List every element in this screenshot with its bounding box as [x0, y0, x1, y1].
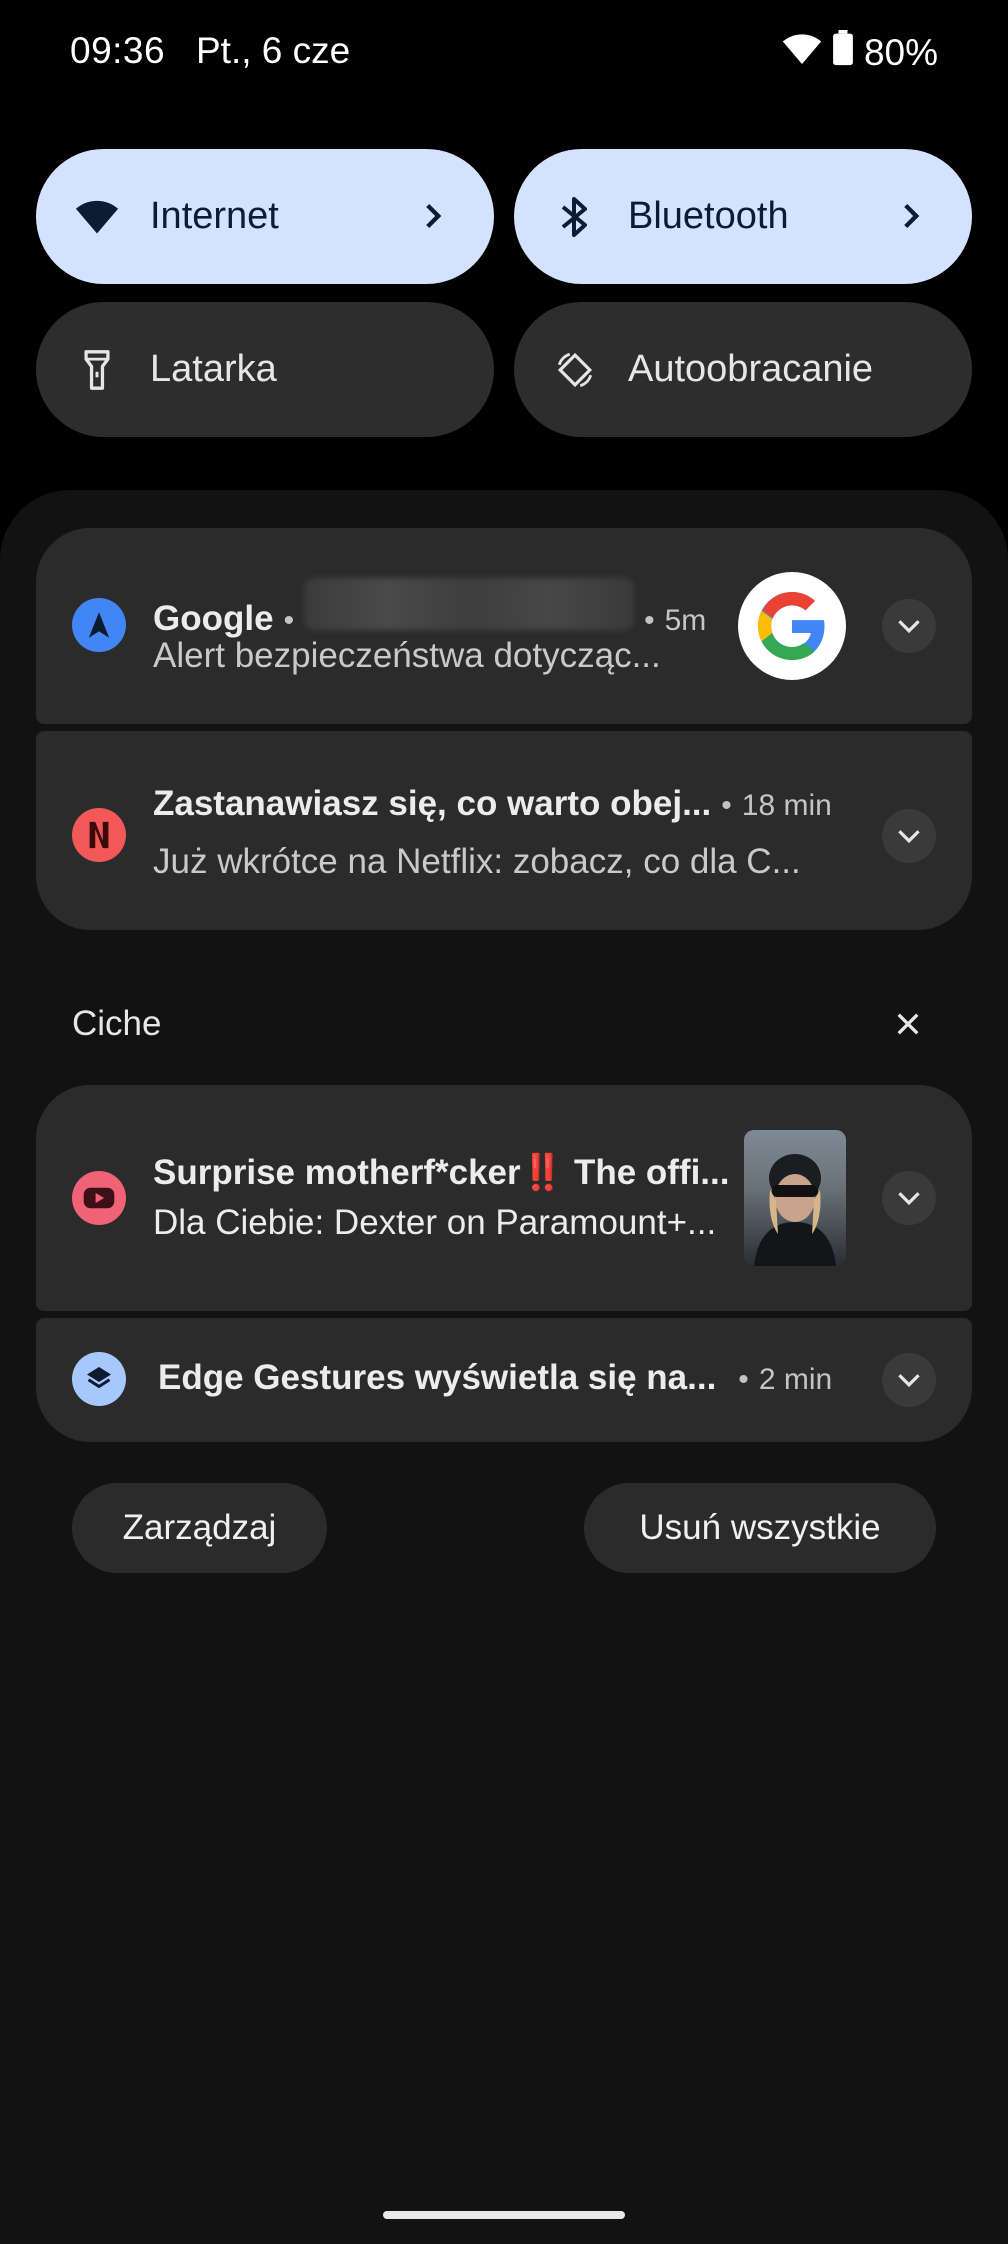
expand-button[interactable] — [882, 1353, 936, 1407]
separator-dot: • — [738, 1363, 749, 1396]
notification-netflix[interactable]: Zastanawiasz się, co warto obej... • 18 … — [36, 731, 972, 930]
tile-flashlight-label: Latarka — [150, 348, 277, 390]
tile-bluetooth-label: Bluetooth — [628, 195, 789, 237]
tile-auto-rotate[interactable]: Autoobracanie — [514, 302, 972, 437]
google-navigation-icon — [72, 598, 126, 652]
status-date: Pt., 6 cze — [196, 30, 351, 71]
bluetooth-icon — [550, 192, 600, 242]
notification-youtube[interactable]: Surprise motherf*cker‼️ The offi... Dla … — [36, 1085, 972, 1311]
expand-button[interactable] — [882, 599, 936, 653]
separator-dot: • — [283, 604, 295, 637]
layers-icon — [72, 1352, 126, 1406]
notification-shade-screen: 09:36 Pt., 6 cze 80% Internet Bluetooth — [0, 0, 1008, 2244]
youtube-icon — [72, 1171, 126, 1225]
redacted-account — [304, 578, 635, 630]
separator-dot: • — [721, 789, 732, 822]
tile-flashlight[interactable]: Latarka — [36, 302, 494, 437]
separator-dot: • — [644, 604, 655, 637]
navigation-handle[interactable] — [383, 2211, 625, 2219]
tile-bluetooth[interactable]: Bluetooth — [514, 149, 972, 284]
status-bar: 09:36 Pt., 6 cze 80% — [0, 0, 1008, 110]
status-right-group: 80% — [782, 30, 938, 75]
notification-title: Zastanawiasz się, co warto obej... — [153, 784, 712, 823]
notification-text: Już wkrótce na Netflix: zobacz, co dla C… — [153, 842, 801, 881]
battery-level: 80% — [863, 31, 938, 73]
close-icon[interactable] — [888, 1004, 928, 1044]
notification-edge-gestures[interactable]: Edge Gestures wyświetla się na... • 2 mi… — [36, 1318, 972, 1442]
wifi-icon — [72, 192, 122, 242]
google-logo-icon — [738, 572, 846, 680]
notification-time: 2 min — [758, 1363, 833, 1396]
notification-time: 18 min — [741, 789, 832, 822]
notification-google-header: Google • • 5m — [153, 578, 706, 639]
tile-internet[interactable]: Internet — [36, 149, 494, 284]
wifi-icon — [782, 32, 822, 74]
notification-title: Edge Gestures wyświetla się na... — [158, 1358, 717, 1397]
chevron-right-icon[interactable] — [408, 191, 458, 241]
expand-button[interactable] — [882, 1171, 936, 1225]
flashlight-icon — [72, 345, 122, 395]
tile-internet-label: Internet — [150, 195, 279, 237]
notification-title: Surprise motherf*cker‼️ The offi... — [153, 1153, 730, 1192]
notification-netflix-header: Zastanawiasz się, co warto obej... • 18 … — [153, 784, 832, 824]
notification-edge-gestures-header: Edge Gestures wyświetla się na... • 2 mi… — [158, 1358, 832, 1398]
auto-rotate-icon — [550, 345, 600, 395]
battery-icon — [832, 30, 854, 75]
clear-all-button[interactable]: Usuń wszystkie — [584, 1483, 936, 1573]
tile-auto-rotate-label: Autoobracanie — [628, 348, 874, 390]
section-title-silent: Ciche — [72, 1004, 162, 1043]
notification-app-name: Google — [153, 599, 274, 638]
notification-text: Dla Ciebie: Dexter on Paramount+... — [153, 1203, 717, 1242]
expand-button[interactable] — [882, 809, 936, 863]
netflix-icon — [72, 808, 126, 862]
notification-time: 5m — [664, 604, 707, 637]
video-thumbnail — [744, 1130, 846, 1266]
chevron-right-icon[interactable] — [886, 191, 936, 241]
manage-button[interactable]: Zarządzaj — [72, 1483, 327, 1573]
notification-text: Alert bezpieczeństwa dotycząc... — [153, 636, 661, 675]
status-time: 09:36 — [70, 30, 166, 71]
notification-google[interactable]: Google • • 5m Alert bezpieczeństwa dotyc… — [36, 528, 972, 724]
